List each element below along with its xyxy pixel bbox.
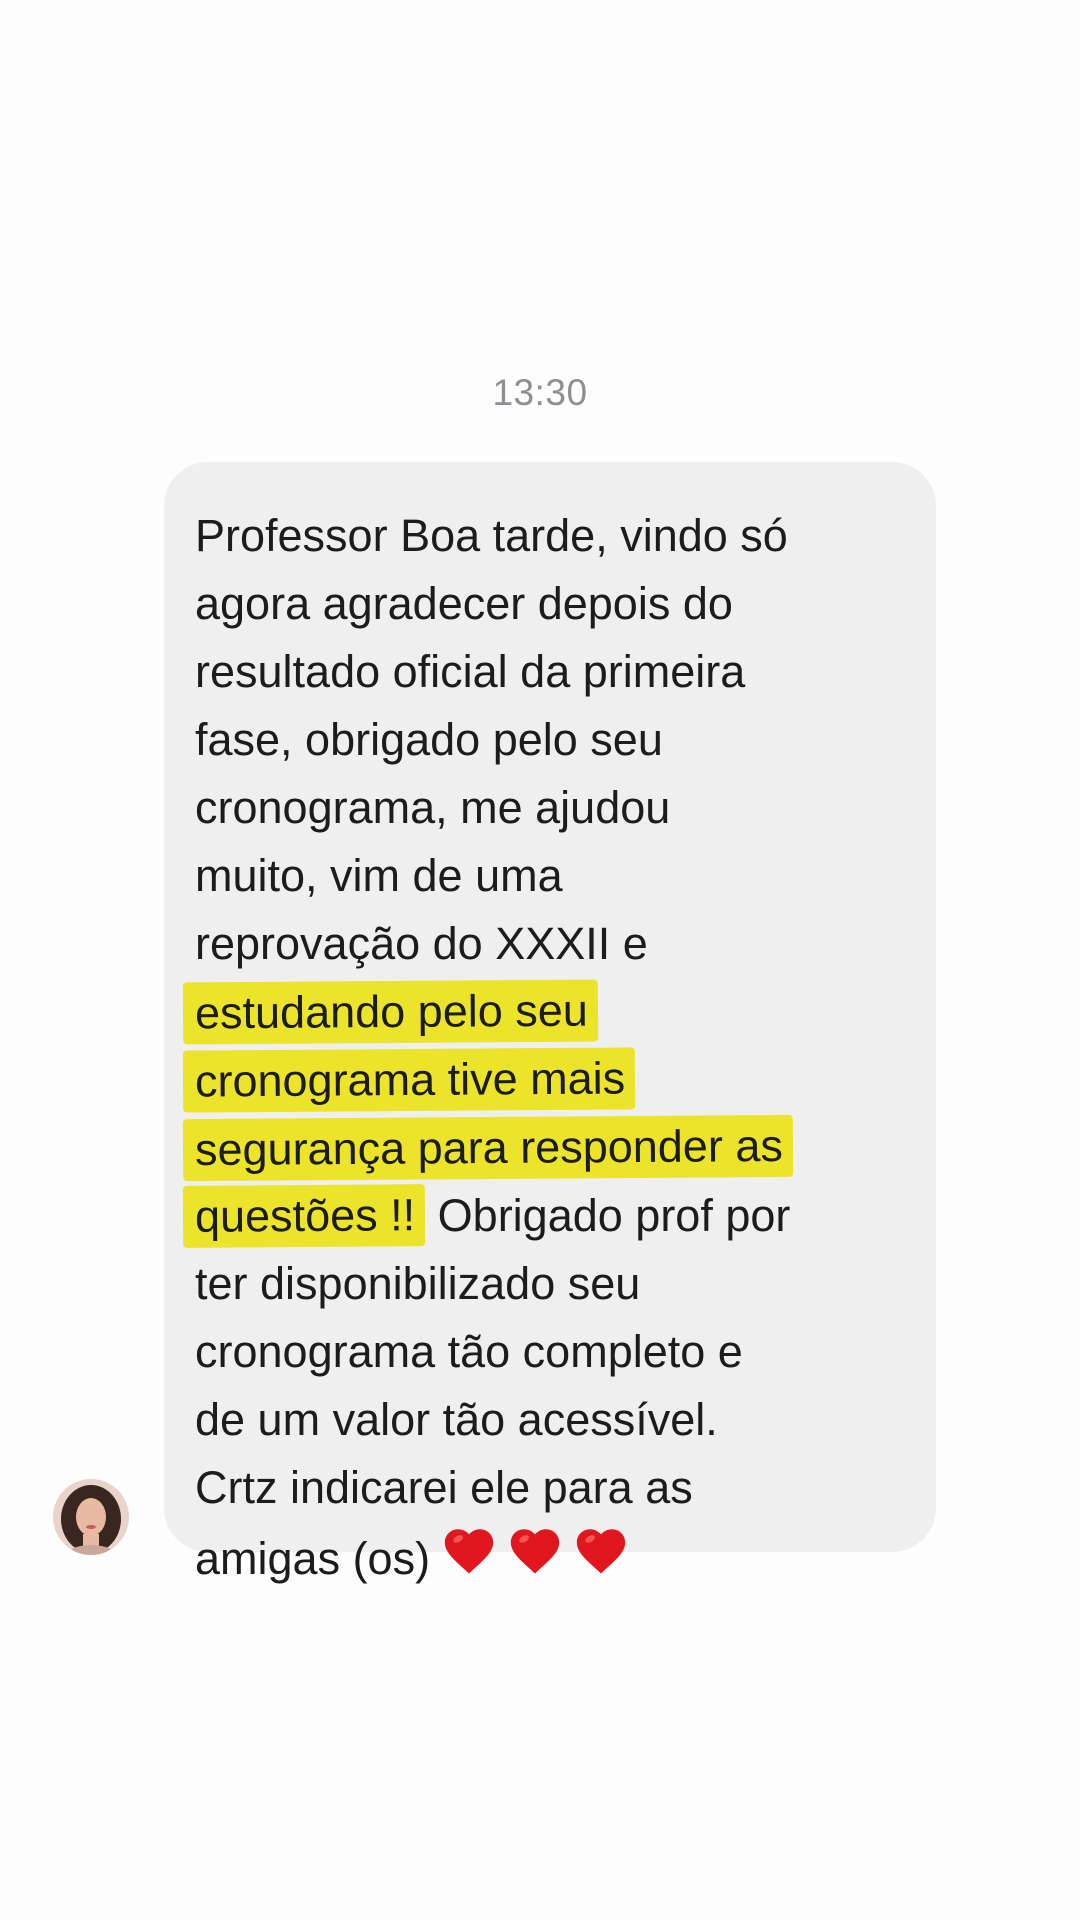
- message-line: Professor Boa tarde, vindo só: [195, 510, 788, 561]
- message-line: reprovação do XXXII e: [195, 918, 648, 969]
- message-line: fase, obrigado pelo seu: [195, 714, 663, 765]
- message-line-highlighted: estudando pelo seu: [182, 978, 916, 1046]
- text-highlight: questões !!: [182, 1184, 426, 1248]
- message-text: Obrigado prof por: [437, 1190, 791, 1241]
- red-heart-icon: [506, 1522, 564, 1580]
- message-line-highlighted: segurança para responder as: [182, 1114, 916, 1182]
- message-line: agora agradecer depois do: [195, 578, 733, 629]
- message-line: ter disponibilizado seu: [195, 1258, 641, 1309]
- message-bubble[interactable]: Professor Boa tarde, vindo só agora agra…: [164, 462, 936, 1584]
- message-line: muito, vim de uma: [195, 850, 563, 901]
- message-text: amigas (os): [195, 1533, 431, 1584]
- message-line-highlighted: cronograma tive mais: [182, 1046, 916, 1114]
- message-line: de um valor tão acessível.: [195, 1394, 718, 1445]
- message-line: Crtz indicarei ele para as: [195, 1462, 693, 1513]
- text-highlight: cronograma tive mais: [182, 1047, 636, 1113]
- text-highlight: estudando pelo seu: [182, 979, 599, 1045]
- message-line: cronograma tão completo e: [195, 1326, 743, 1377]
- text-highlight: segurança para responder as: [182, 1114, 794, 1182]
- emoji-group: [440, 1522, 638, 1599]
- message-line: cronograma, me ajudou: [195, 782, 671, 833]
- red-heart-icon: [440, 1522, 498, 1580]
- sender-avatar[interactable]: [53, 1479, 129, 1555]
- message-line-last: amigas (os): [195, 1522, 916, 1590]
- message-line: resultado oficial da primeira: [195, 646, 746, 697]
- message-line-highlighted: questões !! Obrigado prof por: [182, 1182, 916, 1250]
- message-timestamp: 13:30: [492, 372, 588, 413]
- red-heart-icon: [572, 1522, 630, 1580]
